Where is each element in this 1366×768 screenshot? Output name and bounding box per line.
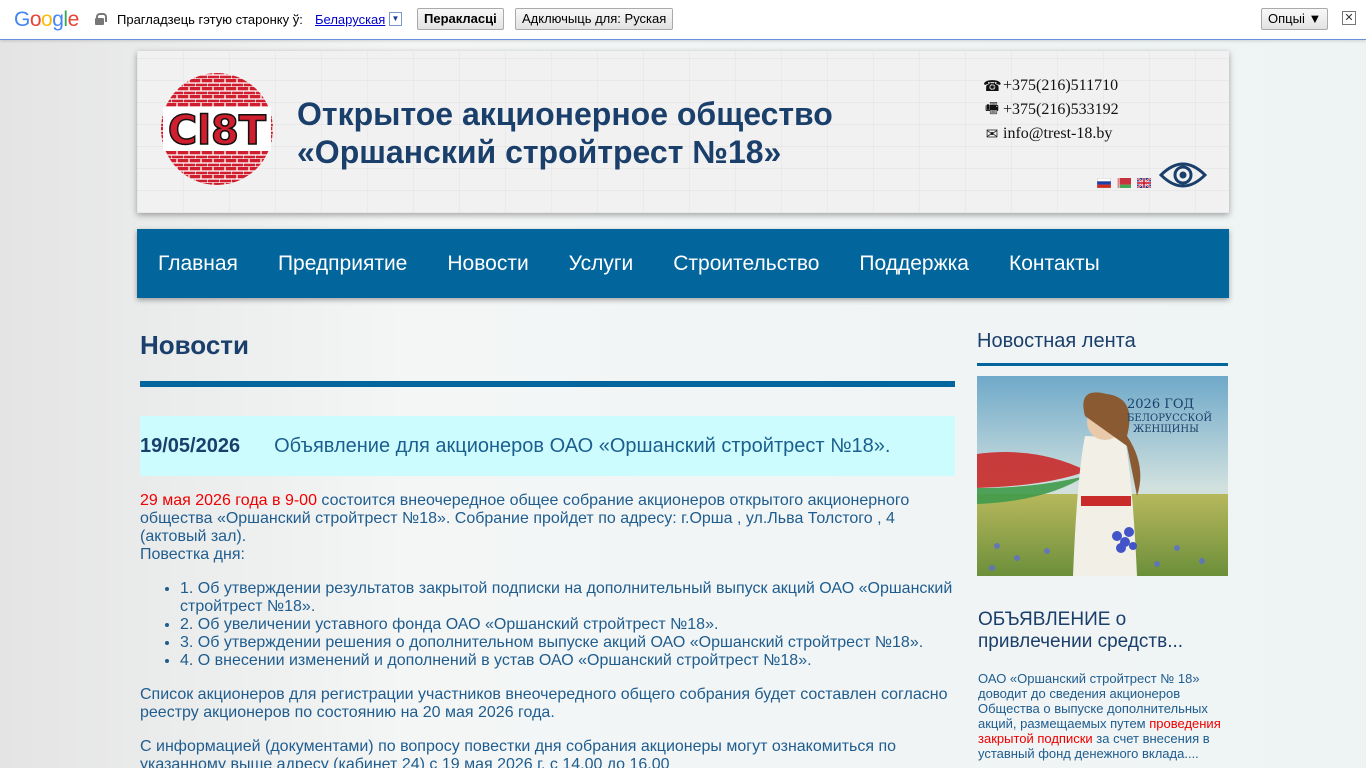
nav-item-support[interactable]: Поддержка <box>859 252 969 276</box>
svg-text:БЕЛОРУССКОЙ: БЕЛОРУССКОЙ <box>1127 412 1212 424</box>
list-item: 1. Об утверждении результатов закрытой п… <box>180 580 955 616</box>
company-name-line1: Открытое акционерное общество <box>297 96 833 132</box>
email-link[interactable]: info@trest-18.by <box>1003 125 1112 143</box>
options-button[interactable]: Опцыі ▼ <box>1261 8 1329 30</box>
sidebar-news-text: ОАО «Оршанский стройтрест № 18» доводит … <box>978 671 1228 761</box>
uk-flag-icon[interactable] <box>1137 178 1151 188</box>
language-dropdown-icon[interactable]: ▼ <box>389 12 402 26</box>
nav-item-construction[interactable]: Строительство <box>673 252 819 276</box>
article-intro: 29 мая 2026 года в 9-00 состоится внеоче… <box>140 492 955 546</box>
fax-row: 🖷 +375(216)533192 <box>983 98 1119 122</box>
nav-item-contacts[interactable]: Контакты <box>1009 252 1100 276</box>
language-flags <box>1097 178 1151 188</box>
nav-item-enterprise[interactable]: Предприятие <box>278 252 407 276</box>
lock-icon <box>95 13 107 25</box>
main-nav: Главная Предприятие Новости Услуги Строи… <box>137 229 1229 298</box>
main-content: Новости 19/05/2026 Объявление для акцион… <box>140 330 955 768</box>
translate-bar: Google Прагладзець гэтую старонку ў: Бел… <box>0 0 1366 40</box>
list-item: 3. Об утверждении решения о дополнительн… <box>180 634 955 652</box>
page-title: Новости <box>140 330 250 360</box>
belarus-flag-icon[interactable] <box>1117 178 1131 188</box>
svg-text:ЖЕНЩИНЫ: ЖЕНЩИНЫ <box>1133 424 1199 435</box>
news-article: 29 мая 2026 года в 9-00 состоится внеоче… <box>140 492 955 768</box>
translate-prompt: Прагладзець гэтую старонку ў: <box>117 12 303 27</box>
nav-item-news[interactable]: Новости <box>447 252 528 276</box>
russian-flag-icon[interactable] <box>1097 178 1111 188</box>
meeting-date: 29 мая 2026 года в 9-00 <box>140 492 317 509</box>
sidebar-divider <box>977 363 1228 366</box>
eye-icon[interactable] <box>1159 159 1207 191</box>
women-year-banner[interactable]: 2026 ГОД БЕЛОРУССКОЙ ЖЕНЩИНЫ <box>977 376 1228 576</box>
news-title[interactable]: Объявление для акционеров ОАО «Оршанский… <box>274 435 890 458</box>
turn-off-button[interactable]: Адключыць для: Руская <box>515 8 674 30</box>
article-paragraph: Список акционеров для регистрации участн… <box>140 686 948 721</box>
site-header: Cl8T Открытое акционерное общество «Орша… <box>137 51 1229 213</box>
svg-text:Cl8T: Cl8T <box>168 108 267 154</box>
svg-text:2026 ГОД: 2026 ГОД <box>1127 397 1194 412</box>
close-icon[interactable]: ✕ <box>1342 11 1356 25</box>
fax-number: +375(216)533192 <box>1003 101 1119 118</box>
nav-item-home[interactable]: Главная <box>158 252 238 276</box>
list-item: 2. Об увеличении уставного фонда ОАО «Ор… <box>180 616 955 634</box>
phone-row: ☎ +375(216)511710 <box>983 74 1119 98</box>
sidebar-news-title[interactable]: ОБЪЯВЛЕНИЕ о привлечении средств... <box>978 609 1228 653</box>
phone-number[interactable]: +375(216)511710 <box>1003 77 1118 95</box>
nav-item-services[interactable]: Услуги <box>569 252 634 276</box>
company-name-line2: «Оршанский стройтрест №18» <box>297 134 782 170</box>
sidebar: Новостная лента 2026 ГОД БЕЛОРУССКОЙ ЖЕН… <box>977 330 1228 761</box>
contacts: ☎ +375(216)511710 🖷 +375(216)533192 ✉ in… <box>983 74 1119 146</box>
list-item: 4. О внесении изменений и дополнений в у… <box>180 652 955 670</box>
company-logo[interactable]: Cl8T <box>159 71 275 187</box>
title-divider <box>140 381 955 387</box>
translate-button[interactable]: Перакласці <box>417 8 504 30</box>
google-logo: Google <box>14 8 79 31</box>
company-name: Открытое акционерное общество «Оршанский… <box>297 95 897 171</box>
agenda-list: 1. Об утверждении результатов закрытой п… <box>180 580 955 670</box>
mail-icon: ✉ <box>985 126 999 143</box>
agenda-label: Повестка дня: <box>140 546 245 563</box>
article-paragraph: С информацией (документами) по вопросу п… <box>140 738 897 768</box>
news-date: 19/05/2026 <box>140 434 241 457</box>
fax-icon: 🖷 <box>984 100 1000 117</box>
phone-icon: ☎ <box>983 78 1002 95</box>
language-link[interactable]: Беларуская <box>315 12 385 27</box>
sidebar-title: Новостная лента <box>977 330 1136 352</box>
news-header: 19/05/2026 Объявление для акционеров ОАО… <box>140 416 955 476</box>
email-row: ✉ info@trest-18.by <box>983 122 1119 146</box>
